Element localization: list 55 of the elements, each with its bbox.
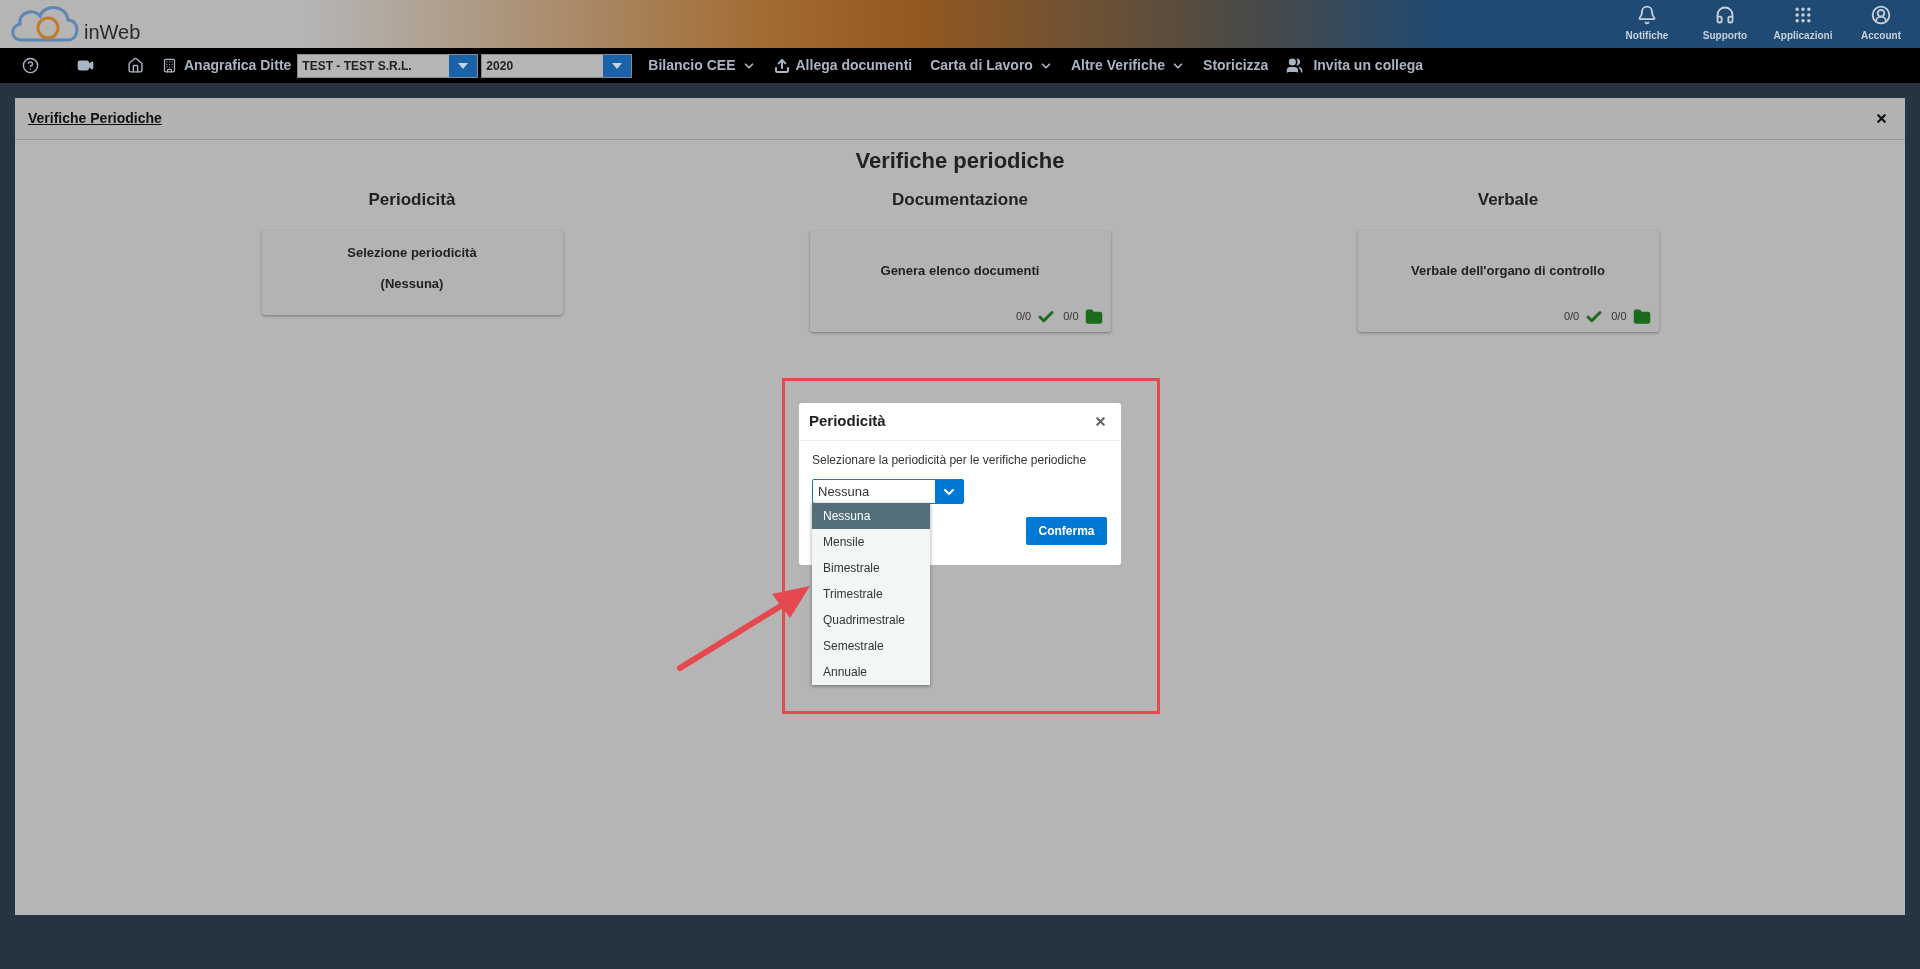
dropdown-option[interactable]: Bimestrale [812, 555, 930, 581]
folder-icon [1632, 307, 1651, 326]
counter-text: 0/0 [1015, 309, 1032, 325]
modal-title: Periodicità [809, 411, 886, 432]
nav-menu-item[interactable]: Altre Verifiche [1070, 55, 1186, 76]
confirm-button[interactable]: Conferma [1026, 517, 1107, 545]
header-action[interactable]: Supporto [1686, 0, 1764, 48]
header-action[interactable]: Notifiche [1608, 0, 1686, 48]
action-card[interactable]: Genera elenco documenti 0/0 0/0 [809, 230, 1111, 332]
column-heading: Documentazione [892, 189, 1028, 211]
dropdown-option[interactable]: Semestrale [812, 633, 930, 659]
counter-text: 0/0 [1563, 309, 1580, 325]
select-field[interactable]: TEST - TEST S.R.L. [297, 53, 479, 78]
dropdown-option[interactable]: Quadrimestrale [812, 607, 930, 633]
close-icon[interactable] [1094, 415, 1107, 428]
counter-text: 0/0 [1611, 309, 1627, 325]
select-field[interactable]: 2020 [481, 53, 633, 78]
nav-menu-item[interactable]: Storicizza [1203, 55, 1269, 76]
dropdown-option[interactable]: Mensile [812, 529, 930, 555]
caret-icon [458, 62, 469, 69]
nav-menu-item[interactable]: Carta di Lavoro [930, 55, 1053, 76]
page-heading: Verifiche periodiche [854, 147, 1066, 175]
header-action[interactable]: Account [1842, 0, 1920, 48]
bell-icon [1637, 5, 1657, 25]
column-heading: Verbale [1477, 189, 1539, 211]
card-subtitle: (Nessuna) [380, 275, 444, 293]
column-heading: Periodicità [368, 189, 456, 211]
dropdown-option[interactable]: Trimestrale [812, 581, 930, 607]
action-card[interactable]: Verbale dell'organo di controllo 0/0 0/0 [1357, 230, 1659, 332]
card-title: Selezione periodicità [347, 243, 477, 262]
dropdown-option[interactable]: Nessuna [812, 503, 930, 529]
nav-menu-item[interactable]: Allega documenti [773, 55, 913, 76]
dropdown-option[interactable]: Annuale [812, 659, 930, 685]
users-icon [1286, 57, 1304, 74]
nav-menu-item[interactable]: Bilancio CEE [648, 55, 756, 76]
card-title: Verbale dell'organo di controllo [1411, 261, 1605, 280]
help-icon[interactable] [21, 57, 39, 74]
nav-label[interactable]: Anagrafica Ditte [184, 55, 292, 76]
building-icon [162, 58, 177, 73]
modal-message: Selezionare la periodicità per le verifiche periodiche [812, 452, 1088, 469]
card-title: Genera elenco documenti [880, 261, 1040, 280]
action-card[interactable]: Selezione periodicità (Nessuna) [261, 230, 563, 315]
logo-text: inWeb [84, 22, 141, 42]
folder-icon [1084, 307, 1103, 326]
counter-text: 0/0 [1063, 309, 1079, 325]
grid-icon [1793, 5, 1813, 25]
user-icon [1871, 5, 1891, 25]
headphones-icon [1715, 5, 1735, 25]
caret-icon [612, 62, 623, 69]
upload-icon [773, 57, 790, 74]
nav-menu-item[interactable]: Invita un collega [1286, 55, 1424, 76]
panel-title[interactable]: Verifiche Periodiche [28, 108, 162, 129]
header-action[interactable]: Applicazioni [1764, 0, 1842, 48]
close-icon[interactable] [1875, 112, 1888, 125]
home-icon[interactable] [126, 57, 144, 74]
